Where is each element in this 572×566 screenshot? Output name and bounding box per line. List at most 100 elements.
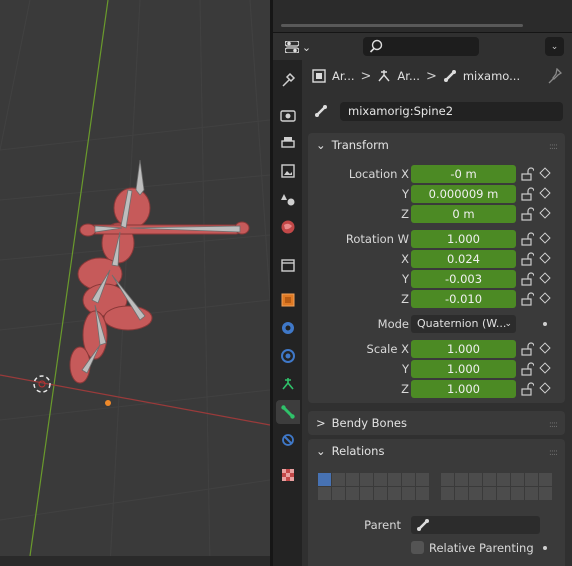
- unlock-icon[interactable]: [520, 207, 534, 221]
- layer-toggle[interactable]: [318, 487, 331, 500]
- layer-toggle[interactable]: [332, 487, 345, 500]
- layer-toggle[interactable]: [388, 487, 401, 500]
- keyframe-icon[interactable]: [539, 382, 551, 394]
- keyframe-icon[interactable]: [539, 292, 551, 304]
- keyframe-icon[interactable]: [539, 342, 551, 354]
- pin-icon[interactable]: [548, 68, 562, 84]
- scrollbar[interactable]: [281, 24, 523, 27]
- unlock-icon[interactable]: [520, 342, 534, 356]
- tab-modifiers[interactable]: [276, 316, 300, 340]
- keyframe-icon[interactable]: [539, 272, 551, 284]
- layer-toggle[interactable]: [455, 487, 468, 500]
- scale-z-field[interactable]: 1.000: [411, 380, 516, 398]
- breadcrumb-item-3[interactable]: mixamo...: [463, 69, 520, 83]
- keyframe-icon[interactable]: [539, 167, 551, 179]
- tab-object-data[interactable]: [276, 372, 300, 396]
- layer-toggle[interactable]: [497, 473, 510, 486]
- unlock-icon[interactable]: [520, 362, 534, 376]
- bone-name-field[interactable]: mixamorig:Spine2: [340, 102, 563, 121]
- unlock-icon[interactable]: [520, 167, 534, 181]
- layer-toggle[interactable]: [469, 473, 482, 486]
- transform-panel-header[interactable]: ⌄ Transform ::::: [308, 133, 565, 157]
- rotation-mode-select[interactable]: Quaternion (W... ⌄: [411, 315, 516, 333]
- layer-toggle[interactable]: [374, 473, 387, 486]
- layer-toggle[interactable]: [497, 487, 510, 500]
- layer-toggle[interactable]: [332, 473, 345, 486]
- relative-parenting-checkbox[interactable]: [411, 541, 424, 554]
- keyframe-icon[interactable]: [539, 232, 551, 244]
- unlock-icon[interactable]: [520, 382, 534, 396]
- layer-toggle[interactable]: [511, 473, 524, 486]
- unlock-icon[interactable]: [520, 252, 534, 266]
- tab-bone-constraints[interactable]: [276, 428, 300, 452]
- rotation-w-field[interactable]: 1.000: [411, 230, 516, 248]
- rotation-y-field[interactable]: -0.003: [411, 270, 516, 288]
- tab-object[interactable]: [276, 288, 300, 312]
- animate-dot-icon[interactable]: [543, 546, 547, 550]
- layer-toggle[interactable]: [483, 487, 496, 500]
- layer-toggle[interactable]: [346, 473, 359, 486]
- layer-toggle[interactable]: [539, 473, 552, 486]
- options-dropdown-button[interactable]: ⌄: [545, 37, 564, 56]
- tab-tool[interactable]: [276, 68, 300, 92]
- rotation-z-field[interactable]: -0.010: [411, 290, 516, 308]
- layer-toggle[interactable]: [388, 473, 401, 486]
- tab-view-layer[interactable]: [276, 159, 300, 183]
- rotation-x-field[interactable]: 0.024: [411, 250, 516, 268]
- layer-toggle[interactable]: [469, 487, 482, 500]
- relations-panel-header[interactable]: ⌄ Relations ::::: [308, 439, 565, 463]
- layer-toggle[interactable]: [483, 473, 496, 486]
- layer-toggle[interactable]: [511, 487, 524, 500]
- layer-toggle[interactable]: [402, 487, 415, 500]
- scale-x-field[interactable]: 1.000: [411, 340, 516, 358]
- layer-toggle[interactable]: [346, 487, 359, 500]
- tab-render[interactable]: [276, 103, 300, 127]
- parent-field[interactable]: [411, 516, 540, 534]
- location-z-field[interactable]: 0 m: [411, 205, 516, 223]
- tab-bone[interactable]: [276, 400, 300, 424]
- drag-handle-icon[interactable]: ::::: [549, 448, 558, 458]
- bone-layers-right[interactable]: [441, 473, 552, 500]
- layer-toggle[interactable]: [539, 487, 552, 500]
- location-y-field[interactable]: 0.000009 m: [411, 185, 516, 203]
- editor-type-button[interactable]: ⌄: [283, 38, 313, 56]
- keyframe-icon[interactable]: [539, 362, 551, 374]
- layer-toggle[interactable]: [441, 473, 454, 486]
- drag-handle-icon[interactable]: ::::: [549, 142, 558, 152]
- layer-toggle[interactable]: [525, 487, 538, 500]
- layer-toggle[interactable]: [318, 473, 331, 486]
- breadcrumb-item-1[interactable]: Ar...: [332, 69, 355, 83]
- unlock-icon[interactable]: [520, 292, 534, 306]
- layer-toggle[interactable]: [441, 487, 454, 500]
- keyframe-icon[interactable]: [539, 207, 551, 219]
- layer-toggle[interactable]: [402, 473, 415, 486]
- layer-toggle[interactable]: [416, 487, 429, 500]
- breadcrumb-item-2[interactable]: Ar...: [397, 69, 420, 83]
- layer-toggle[interactable]: [455, 473, 468, 486]
- search-input[interactable]: [363, 37, 479, 56]
- layer-toggle[interactable]: [360, 487, 373, 500]
- bendy-bones-panel-header[interactable]: > Bendy Bones ::::: [308, 411, 565, 435]
- drag-handle-icon[interactable]: ::::: [549, 420, 558, 430]
- tab-texture[interactable]: [276, 463, 300, 487]
- layer-toggle[interactable]: [374, 487, 387, 500]
- tab-collection[interactable]: [276, 253, 300, 277]
- unlock-icon[interactable]: [520, 232, 534, 246]
- bendy-bones-panel[interactable]: > Bendy Bones ::::: [308, 411, 565, 435]
- 3d-viewport[interactable]: [0, 0, 270, 566]
- keyframe-icon[interactable]: [539, 252, 551, 264]
- unlock-icon[interactable]: [520, 187, 534, 201]
- location-x-field[interactable]: -0 m: [411, 165, 516, 183]
- layer-toggle[interactable]: [525, 473, 538, 486]
- keyframe-icon[interactable]: [539, 187, 551, 199]
- scale-y-field[interactable]: 1.000: [411, 360, 516, 378]
- tab-physics[interactable]: [276, 344, 300, 368]
- viewport-scene[interactable]: [0, 0, 270, 566]
- unlock-icon[interactable]: [520, 272, 534, 286]
- tab-world[interactable]: [276, 215, 300, 239]
- layer-toggle[interactable]: [360, 473, 373, 486]
- tab-output[interactable]: [276, 131, 300, 155]
- tab-scene[interactable]: [276, 187, 300, 211]
- bone-layers-left[interactable]: [318, 473, 429, 500]
- animate-dot-icon[interactable]: [543, 322, 547, 326]
